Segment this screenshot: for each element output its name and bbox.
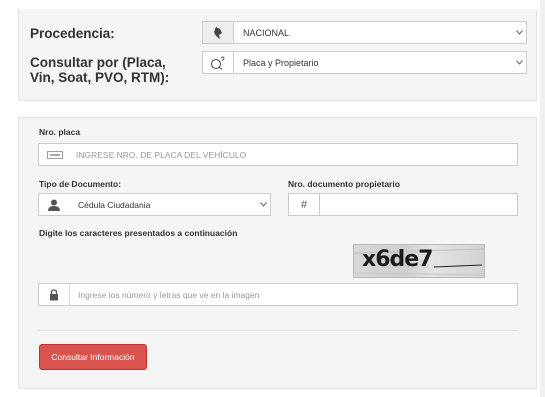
placa-placeholder: INGRESE NRO. DE PLACA DEL VEHÍCULO <box>76 149 247 160</box>
nro-documento-label: Nro. documento propietario <box>288 179 400 189</box>
tipo-documento-label: Tipo de Documento: <box>39 179 122 189</box>
license-plate-icon <box>39 150 71 159</box>
tipo-documento-value: Cédula Ciudadania <box>78 199 151 210</box>
consultar-label: Consultar por (Placa, Vin, Soat, PVO, RT… <box>30 55 170 85</box>
form-divider <box>38 330 518 331</box>
user-icon <box>39 199 69 211</box>
chevron-down-icon <box>512 60 526 65</box>
chevron-down-icon <box>256 202 270 207</box>
placa-label: Nro. placa <box>39 127 81 137</box>
nro-documento-input[interactable]: # <box>288 193 518 216</box>
procedencia-value: NACIONAL <box>243 27 290 38</box>
consultar-informacion-button[interactable]: Consultar Información <box>39 344 147 370</box>
lock-icon <box>39 284 70 305</box>
colombia-map-icon <box>203 22 234 43</box>
captcha-input[interactable]: Ingrese los número y letras que ve en la… <box>38 283 518 306</box>
procedencia-label: Procedencia: <box>30 26 115 41</box>
chevron-down-icon <box>512 30 526 35</box>
scrollbar[interactable] <box>540 0 545 397</box>
hash-icon: # <box>289 194 320 215</box>
procedencia-select[interactable]: NACIONAL <box>202 21 527 44</box>
consultar-value: Placa y Propietario <box>243 57 319 68</box>
captcha-label: Digite los caracteres presentados a cont… <box>39 228 238 238</box>
captcha-text: x6de7 <box>362 247 433 272</box>
tipo-documento-select[interactable]: Cédula Ciudadania <box>38 193 271 216</box>
placa-input[interactable]: INGRESE NRO. DE PLACA DEL VEHÍCULO <box>38 143 518 166</box>
captcha-placeholder: Ingrese los número y letras que ve en la… <box>78 289 260 300</box>
consultar-select[interactable]: Placa y Propietario <box>202 51 527 74</box>
captcha-image: x6de7 <box>353 244 485 278</box>
search-query-icon <box>203 52 234 73</box>
